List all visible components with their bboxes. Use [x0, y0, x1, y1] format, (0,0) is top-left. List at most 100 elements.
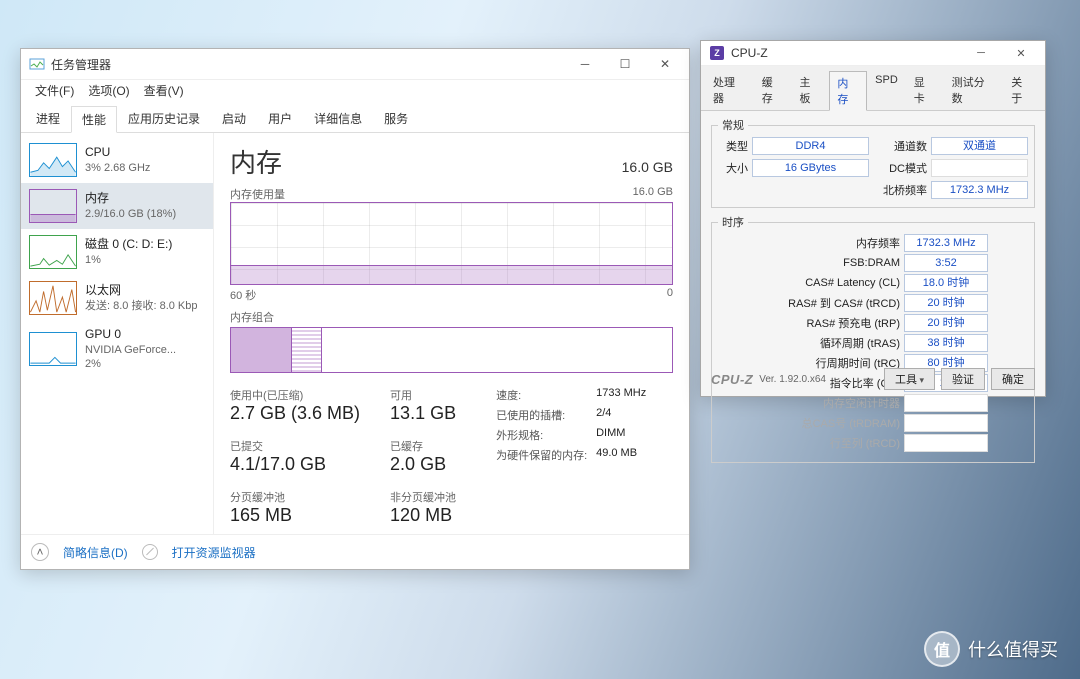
validate-button[interactable]: 验证 [941, 368, 985, 390]
trp-label: RAS# 预充电 (tRP) [758, 315, 900, 331]
watermark: 值 什么值得买 [924, 631, 1058, 667]
tab-processes[interactable]: 进程 [25, 105, 71, 132]
trp-value: 20 时钟 [904, 314, 988, 332]
usage-graph-label: 内存使用量 [230, 186, 285, 202]
graph-x-right: 0 [667, 287, 673, 303]
paged-label: 分页缓冲池 [230, 489, 360, 505]
side-gpu-sub2: 2% [85, 357, 176, 371]
side-panel: CPU3% 2.68 GHz 内存2.9/16.0 GB (18%) 磁盘 0 … [21, 133, 214, 534]
totalcas-value [904, 414, 988, 432]
taskmgr-icon [29, 56, 45, 72]
side-item-disk[interactable]: 磁盘 0 (C: D: E:)1% [21, 229, 213, 275]
side-item-ethernet[interactable]: 以太网发送: 8.0 接收: 8.0 Kbp [21, 275, 213, 321]
fewer-details-link[interactable]: 简略信息(D) [63, 544, 128, 561]
tab-services[interactable]: 服务 [373, 105, 419, 132]
footer: ˄ 简略信息(D) 打开资源监视器 [21, 534, 689, 569]
menu-file[interactable]: 文件(F) [29, 80, 80, 101]
tab-users[interactable]: 用户 [257, 105, 303, 132]
group-timings-legend: 时序 [718, 214, 748, 230]
cached-label: 已缓存 [390, 438, 456, 454]
type-value: DDR4 [752, 137, 869, 155]
cpuz-tab-cpu[interactable]: 处理器 [705, 70, 754, 110]
cl-label: CAS# Latency (CL) [758, 277, 900, 289]
disk-thumb-icon [29, 235, 77, 269]
eth-thumb-icon [29, 281, 77, 315]
side-gpu-title: GPU 0 [85, 327, 176, 343]
tab-bar: 进程 性能 应用历史记录 启动 用户 详细信息 服务 [21, 101, 689, 133]
cpuz-tab-graphics[interactable]: 显卡 [906, 70, 944, 110]
size-label: 大小 [718, 160, 748, 176]
hwreserved-label: 为硬件保留的内存: [496, 447, 596, 463]
memory-composition-graph[interactable] [230, 327, 673, 373]
task-manager-window: 任务管理器 ─ ☐ ✕ 文件(F) 选项(O) 查看(V) 进程 性能 应用历史… [20, 48, 690, 570]
titlebar[interactable]: 任务管理器 ─ ☐ ✕ [21, 49, 689, 80]
graph-x-left: 60 秒 [230, 287, 256, 303]
tab-startup[interactable]: 启动 [211, 105, 257, 132]
cpuz-bottom-bar: CPU-Z Ver. 1.92.0.x64 工具 验证 确定 [711, 368, 1035, 390]
cpuz-close-button[interactable]: ✕ [1001, 40, 1041, 66]
maximize-button[interactable]: ☐ [605, 51, 645, 77]
minimize-button[interactable]: ─ [565, 51, 605, 77]
watermark-badge-icon: 值 [924, 631, 960, 667]
form-value: DIMM [596, 427, 625, 443]
side-item-cpu[interactable]: CPU3% 2.68 GHz [21, 137, 213, 183]
rowcol-label: 行至列 (tRCD) [758, 435, 900, 451]
speed-label: 速度: [496, 387, 596, 403]
inuse-label: 使用中(已压缩) [230, 387, 360, 403]
commit-label: 已提交 [230, 438, 360, 454]
group-general-legend: 常规 [718, 117, 748, 133]
trcd-label: RAS# 到 CAS# (tRCD) [758, 295, 900, 311]
group-general: 常规 类型DDR4 通道数双通道 大小16 GBytes DC模式 北桥频率17… [711, 117, 1035, 208]
totalcas-label: 总CAS号 (tRDRAM) [758, 415, 900, 431]
tras-label: 循环周期 (tRAS) [758, 335, 900, 351]
menubar: 文件(F) 选项(O) 查看(V) [21, 80, 689, 101]
cpuz-tab-about[interactable]: 关于 [1003, 70, 1041, 110]
tab-apphistory[interactable]: 应用历史记录 [117, 105, 211, 132]
close-button[interactable]: ✕ [645, 51, 685, 77]
composition-label: 内存组合 [230, 309, 274, 325]
speed-value: 1733 MHz [596, 387, 646, 403]
cpuz-version: Ver. 1.92.0.x64 [759, 374, 878, 385]
side-gpu-sub1: NVIDIA GeForce... [85, 343, 176, 357]
cpuz-titlebar[interactable]: Z CPU-Z ─ ✕ [701, 41, 1045, 66]
memory-usage-graph[interactable] [230, 202, 673, 285]
cpuz-tab-mainboard[interactable]: 主板 [792, 70, 830, 110]
memory-detail-pane: 内存 16.0 GB 内存使用量 16.0 GB 60 秒 0 内存组合 使用中… [214, 133, 689, 534]
tab-performance[interactable]: 性能 [71, 106, 117, 133]
ok-button[interactable]: 确定 [991, 368, 1035, 390]
gpu-thumb-icon [29, 332, 77, 366]
slots-value: 2/4 [596, 407, 611, 423]
nonpaged-value: 120 MB [390, 505, 456, 526]
dcmode-value [931, 159, 1028, 177]
side-mem-sub: 2.9/16.0 GB (18%) [85, 207, 176, 221]
avail-value: 13.1 GB [390, 403, 456, 424]
cpu-thumb-icon [29, 143, 77, 177]
chevron-up-icon[interactable]: ˄ [31, 543, 49, 561]
page-title: 内存 [230, 143, 282, 180]
cpuz-minimize-button[interactable]: ─ [961, 40, 1001, 66]
avail-label: 可用 [390, 387, 456, 403]
menu-view[interactable]: 查看(V) [138, 80, 190, 101]
nonpaged-label: 非分页缓冲池 [390, 489, 456, 505]
cpuz-tab-caches[interactable]: 缓存 [754, 70, 792, 110]
nbfreq-value: 1732.3 MHz [931, 181, 1028, 199]
open-resource-monitor-link[interactable]: 打开资源监视器 [172, 544, 256, 561]
cpuz-tab-spd[interactable]: SPD [867, 70, 906, 110]
side-item-memory[interactable]: 内存2.9/16.0 GB (18%) [21, 183, 213, 229]
tools-button[interactable]: 工具 [884, 368, 935, 390]
side-item-gpu[interactable]: GPU 0NVIDIA GeForce...2% [21, 321, 213, 377]
menu-options[interactable]: 选项(O) [82, 80, 135, 101]
idle-label: 内存空闲计时器 [758, 395, 900, 411]
cpuz-tab-memory[interactable]: 内存 [829, 71, 867, 111]
dramfreq-label: 内存频率 [758, 235, 900, 251]
slots-label: 已使用的插槽: [496, 407, 596, 423]
group-timings: 时序 内存频率1732.3 MHz FSB:DRAM3:52 CAS# Late… [711, 214, 1035, 463]
cpuz-window: Z CPU-Z ─ ✕ 处理器 缓存 主板 内存 SPD 显卡 测试分数 关于 … [700, 40, 1046, 397]
usage-graph-max: 16.0 GB [633, 186, 673, 202]
cpuz-tab-bench[interactable]: 测试分数 [944, 70, 1004, 110]
tab-details[interactable]: 详细信息 [303, 105, 373, 132]
cpuz-icon: Z [709, 45, 725, 61]
cached-value: 2.0 GB [390, 454, 456, 475]
size-value: 16 GBytes [752, 159, 869, 177]
side-eth-title: 以太网 [85, 283, 198, 299]
